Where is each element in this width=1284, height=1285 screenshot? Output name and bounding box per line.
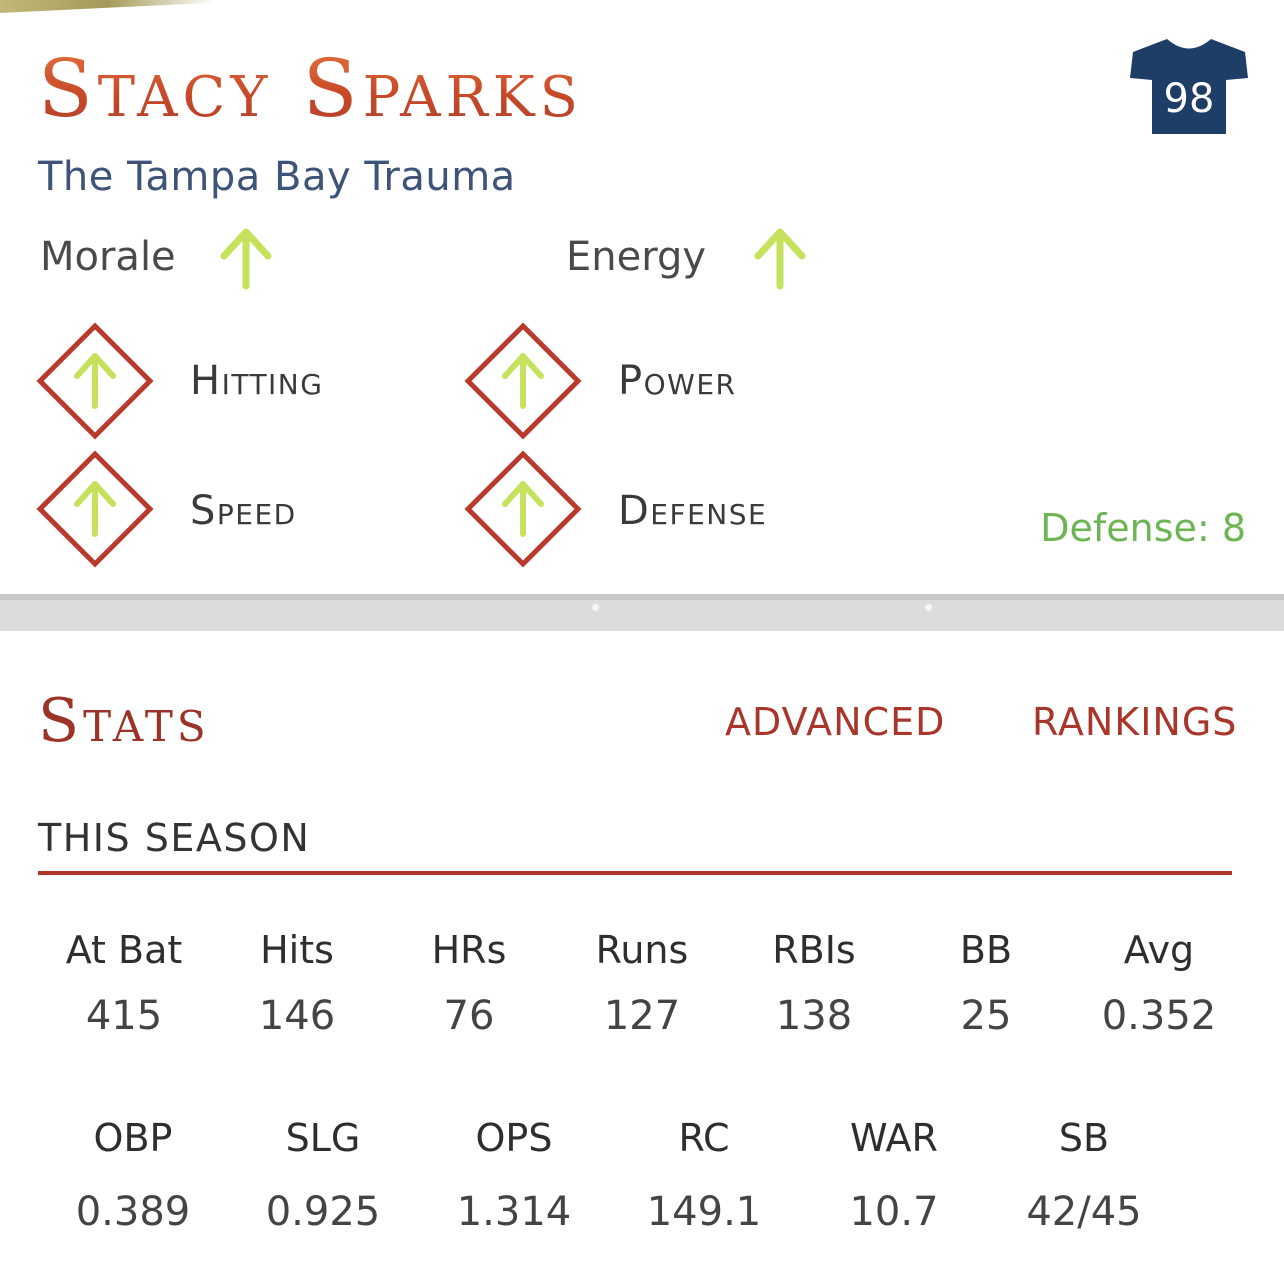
energy-label: Energy bbox=[566, 234, 707, 280]
energy-arrow-up-icon bbox=[754, 228, 806, 290]
stat-label: OPS bbox=[475, 1116, 553, 1160]
section-divider[interactable] bbox=[0, 594, 1284, 631]
speed-diamond-icon bbox=[36, 450, 154, 568]
stat-value: 127 bbox=[603, 993, 681, 1039]
stat-label: SLG bbox=[285, 1116, 361, 1160]
stat-value: 0.925 bbox=[265, 1189, 381, 1235]
stat-bb: BB 25 bbox=[900, 926, 1072, 1040]
stat-hrs: HRs 76 bbox=[383, 926, 555, 1040]
stat-value: 1.314 bbox=[456, 1189, 572, 1235]
stat-value: 0.389 bbox=[75, 1189, 191, 1235]
season-divider bbox=[38, 871, 1232, 875]
stat-rc: RC 149.1 bbox=[618, 1114, 790, 1236]
power-diamond-icon bbox=[464, 322, 582, 440]
jersey-number: 98 bbox=[1164, 76, 1215, 122]
corner-decoration bbox=[0, 0, 215, 13]
stat-ops: OPS 1.314 bbox=[428, 1114, 600, 1236]
stat-avg: Avg 0.352 bbox=[1073, 926, 1245, 1040]
stat-value: 42/45 bbox=[1026, 1189, 1142, 1235]
stat-label: HRs bbox=[431, 928, 507, 972]
tab-advanced[interactable]: ADVANCED bbox=[725, 698, 945, 746]
player-nickname: The Tampa Bay Trauma bbox=[38, 154, 516, 200]
morale-label: Morale bbox=[40, 234, 176, 280]
stat-label: Runs bbox=[595, 928, 689, 972]
season-label: THIS SEASON bbox=[38, 816, 311, 860]
pager-dot[interactable] bbox=[925, 604, 932, 611]
stat-runs: Runs 127 bbox=[556, 926, 728, 1040]
jersey-icon[interactable]: 98 bbox=[1130, 34, 1248, 136]
stat-value: 0.352 bbox=[1101, 993, 1217, 1039]
stat-value: 138 bbox=[775, 993, 853, 1039]
stat-value: 149.1 bbox=[646, 1189, 762, 1235]
stats-title: Stats bbox=[38, 686, 210, 756]
stat-sb: SB 42/45 bbox=[998, 1114, 1170, 1236]
stat-label: SB bbox=[1058, 1116, 1110, 1160]
player-name: Stacy Sparks bbox=[38, 42, 583, 135]
stat-label: Hits bbox=[260, 928, 334, 972]
stat-value: 76 bbox=[443, 993, 495, 1039]
tab-rankings[interactable]: RANKINGS bbox=[1032, 698, 1237, 746]
defense-diamond-icon bbox=[464, 450, 582, 568]
stat-label: BB bbox=[959, 928, 1013, 972]
stat-war: WAR 10.7 bbox=[808, 1114, 980, 1236]
stat-label: RC bbox=[678, 1116, 730, 1160]
skill-label-speed: Speed bbox=[190, 488, 297, 534]
stat-value: 25 bbox=[960, 993, 1012, 1039]
hitting-diamond-icon bbox=[36, 322, 154, 440]
stat-value: 415 bbox=[85, 993, 163, 1039]
stat-rbis: RBIs 138 bbox=[728, 926, 900, 1040]
stat-label: RBIs bbox=[772, 928, 856, 972]
stat-label: WAR bbox=[850, 1116, 938, 1160]
stat-value: 10.7 bbox=[849, 1189, 939, 1235]
skill-label-power: Power bbox=[618, 358, 737, 404]
stat-value: 146 bbox=[258, 993, 336, 1039]
stat-label: OBP bbox=[93, 1116, 173, 1160]
stat-slg: SLG 0.925 bbox=[237, 1114, 409, 1236]
stat-hits: Hits 146 bbox=[211, 926, 383, 1040]
skill-label-defense: Defense bbox=[618, 488, 768, 534]
morale-arrow-up-icon bbox=[220, 228, 272, 290]
stat-label: At Bat bbox=[65, 928, 183, 972]
skill-label-hitting: Hitting bbox=[190, 358, 324, 404]
pager-dot[interactable] bbox=[592, 604, 599, 611]
stat-obp: OBP 0.389 bbox=[47, 1114, 219, 1236]
stat-label: Avg bbox=[1123, 928, 1195, 972]
stat-at-bat: At Bat 415 bbox=[38, 926, 210, 1040]
defense-readout: Defense: 8 bbox=[1040, 506, 1246, 550]
